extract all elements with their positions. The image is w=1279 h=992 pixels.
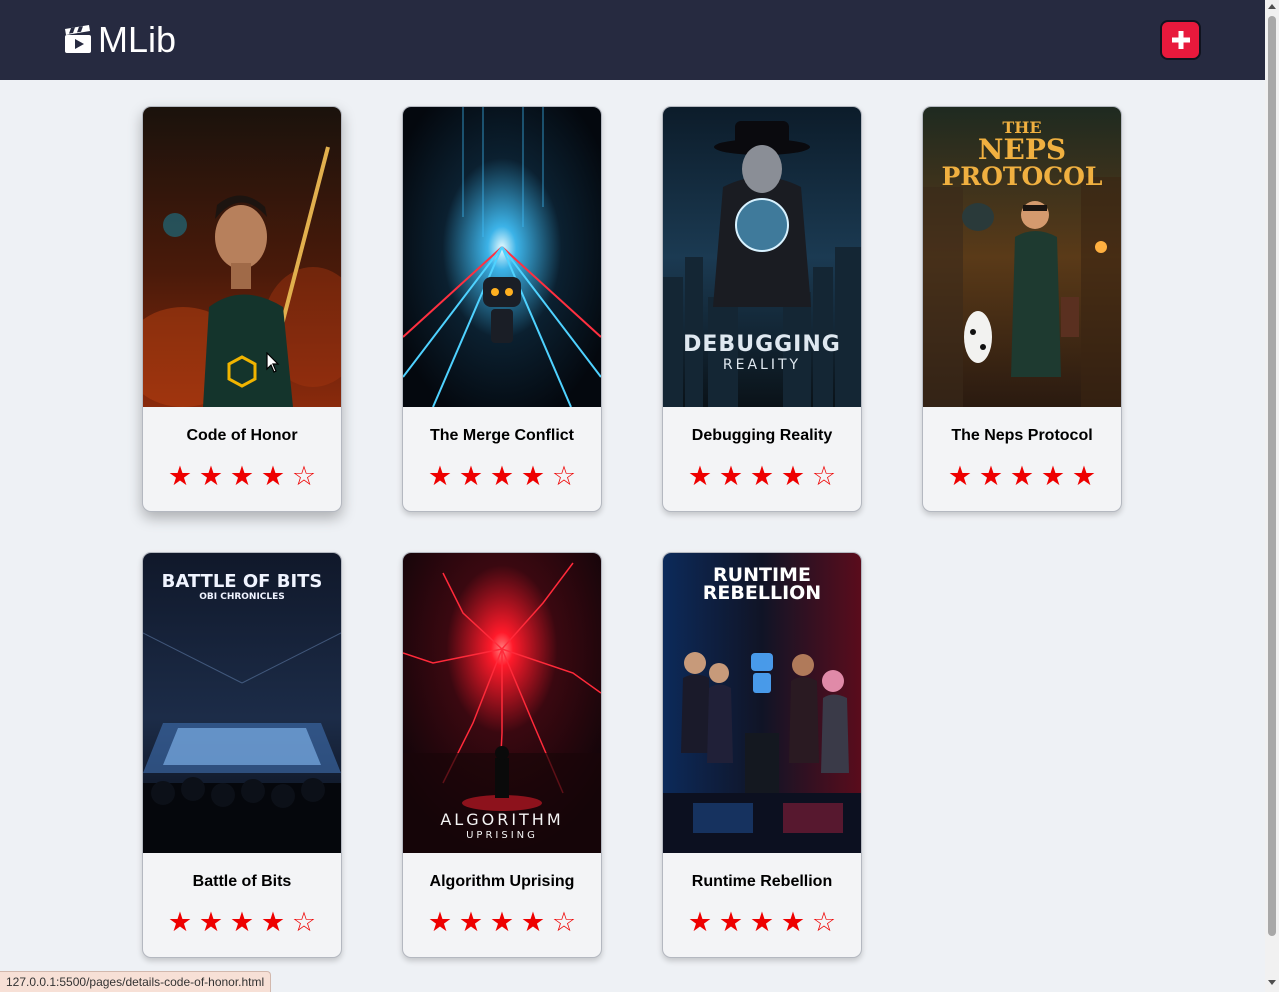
star-rating: ★ ★ ★ ★ ☆ — [143, 459, 341, 495]
movie-title: The Neps Protocol — [951, 427, 1093, 444]
star-filled-icon: ★ — [1009, 461, 1035, 492]
vertical-scrollbar[interactable] — [1265, 0, 1279, 992]
star-empty-icon: ☆ — [291, 461, 317, 492]
star-filled-icon: ★ — [198, 461, 224, 492]
star-filled-icon: ★ — [947, 461, 973, 492]
movie-card-the-merge-conflict[interactable]: The Merge Conflict ★ ★ ★ ★ ☆ — [402, 106, 602, 512]
scroll-up-arrow-icon[interactable] — [1268, 4, 1276, 9]
star-filled-icon: ★ — [780, 461, 806, 492]
add-movie-button[interactable] — [1160, 20, 1201, 60]
star-filled-icon: ★ — [167, 461, 193, 492]
star-filled-icon: ★ — [687, 461, 713, 492]
star-rating: ★ ★ ★ ★ ☆ — [403, 459, 601, 495]
scroll-down-arrow-icon[interactable] — [1268, 980, 1276, 985]
star-filled-icon: ★ — [260, 461, 286, 492]
star-filled-icon: ★ — [749, 907, 775, 938]
star-filled-icon: ★ — [489, 461, 515, 492]
svg-text:REALITY: REALITY — [723, 357, 801, 373]
movie-poster[interactable] — [143, 107, 341, 407]
movie-poster-image: RUNTIME REBELLION — [663, 553, 861, 853]
star-filled-icon: ★ — [260, 907, 286, 938]
movie-title: Code of Honor — [186, 427, 298, 444]
star-filled-icon: ★ — [198, 907, 224, 938]
top-navbar: MLib — [0, 0, 1265, 80]
movie-title: Algorithm Uprising — [429, 873, 575, 890]
star-filled-icon: ★ — [520, 461, 546, 492]
movie-poster-image — [143, 107, 341, 407]
scroll-thumb[interactable] — [1268, 16, 1276, 936]
star-filled-icon: ★ — [229, 461, 255, 492]
star-filled-icon: ★ — [167, 907, 193, 938]
star-empty-icon: ☆ — [291, 907, 317, 938]
star-filled-icon: ★ — [458, 907, 484, 938]
star-rating: ★ ★ ★ ★ ☆ — [663, 459, 861, 495]
movie-poster[interactable]: DEBUGGING REALITY — [663, 107, 861, 407]
star-filled-icon: ★ — [687, 907, 713, 938]
movie-poster[interactable]: BATTLE OF BITS OBI CHRONICLES — [143, 553, 341, 853]
star-filled-icon: ★ — [1040, 461, 1066, 492]
star-filled-icon: ★ — [427, 907, 453, 938]
movie-poster[interactable] — [403, 107, 601, 407]
movie-title: Runtime Rebellion — [691, 873, 833, 890]
star-filled-icon: ★ — [978, 461, 1004, 492]
movie-card-code-of-honor[interactable]: Code of Honor ★ ★ ★ ★ ☆ — [142, 106, 342, 512]
movie-poster[interactable]: THE NEPS PROTOCOL — [923, 107, 1121, 407]
star-empty-icon: ☆ — [811, 461, 837, 492]
movie-card-runtime-rebellion[interactable]: RUNTIME REBELLION Runtime Rebellion ★ ★ ★ ★ ☆ — [662, 552, 862, 958]
svg-text:DEBUGGING: DEBUGGING — [683, 332, 841, 357]
star-filled-icon: ★ — [489, 907, 515, 938]
star-filled-icon: ★ — [780, 907, 806, 938]
movie-card-the-neps-protocol[interactable]: THE NEPS PROTOCOL The Neps Protocol ★ ★ ★ ★ ★ — [922, 106, 1122, 512]
star-filled-icon: ★ — [520, 907, 546, 938]
star-rating: ★ ★ ★ ★ ☆ — [143, 905, 341, 941]
svg-text:PROTOCOL: PROTOCOL — [942, 162, 1103, 191]
movie-card-algorithm-uprising[interactable]: ALGORITHM UPRISING Algorithm Uprising ★ ★ ★ ★… — [402, 552, 602, 958]
movie-title: Debugging Reality — [691, 427, 833, 444]
star-filled-icon: ★ — [229, 907, 255, 938]
star-filled-icon: ★ — [749, 461, 775, 492]
app-logo[interactable]: MLib — [63, 18, 176, 62]
star-filled-icon: ★ — [458, 461, 484, 492]
star-filled-icon: ★ — [427, 461, 453, 492]
movie-poster-image — [403, 107, 601, 407]
movie-poster-image: THE NEPS PROTOCOL — [923, 107, 1121, 407]
star-rating: ★ ★ ★ ★ ☆ — [663, 905, 861, 941]
plus-icon — [1171, 31, 1190, 49]
movie-title: The Merge Conflict — [429, 427, 574, 444]
star-rating: ★ ★ ★ ★ ★ — [923, 459, 1121, 495]
svg-text:BATTLE OF BITS: BATTLE OF BITS — [162, 571, 323, 592]
svg-text:OBI CHRONICLES: OBI CHRONICLES — [199, 592, 285, 602]
movie-poster-image: ALGORITHM UPRISING — [403, 553, 601, 853]
app-title: MLib — [98, 19, 177, 60]
movie-poster-image: DEBUGGING REALITY — [663, 107, 861, 407]
svg-text:ALGORITHM: ALGORITHM — [440, 810, 563, 829]
movie-poster[interactable]: ALGORITHM UPRISING — [403, 553, 601, 853]
star-rating: ★ ★ ★ ★ ☆ — [403, 905, 601, 941]
clapperboard-icon — [65, 25, 91, 53]
movie-card-debugging-reality[interactable]: DEBUGGING REALITY Debugging Reality ★ ★ ★ ★ ☆ — [662, 106, 862, 512]
movie-poster[interactable]: RUNTIME REBELLION — [663, 553, 861, 853]
svg-text:UPRISING: UPRISING — [466, 830, 538, 841]
star-filled-icon: ★ — [718, 907, 744, 938]
star-empty-icon: ☆ — [551, 907, 577, 938]
star-empty-icon: ☆ — [811, 907, 837, 938]
star-filled-icon: ★ — [718, 461, 744, 492]
movie-title: Battle of Bits — [192, 873, 292, 890]
star-empty-icon: ☆ — [551, 461, 577, 492]
movie-card-battle-of-bits[interactable]: BATTLE OF BITS OBI CHRONICLES Battle of … — [142, 552, 342, 958]
svg-text:REBELLION: REBELLION — [703, 582, 821, 604]
status-bar-url: 127.0.0.1:5500/pages/details-code-of-hon… — [0, 971, 272, 992]
movie-poster-image: BATTLE OF BITS OBI CHRONICLES — [143, 553, 341, 853]
star-filled-icon: ★ — [1071, 461, 1097, 492]
